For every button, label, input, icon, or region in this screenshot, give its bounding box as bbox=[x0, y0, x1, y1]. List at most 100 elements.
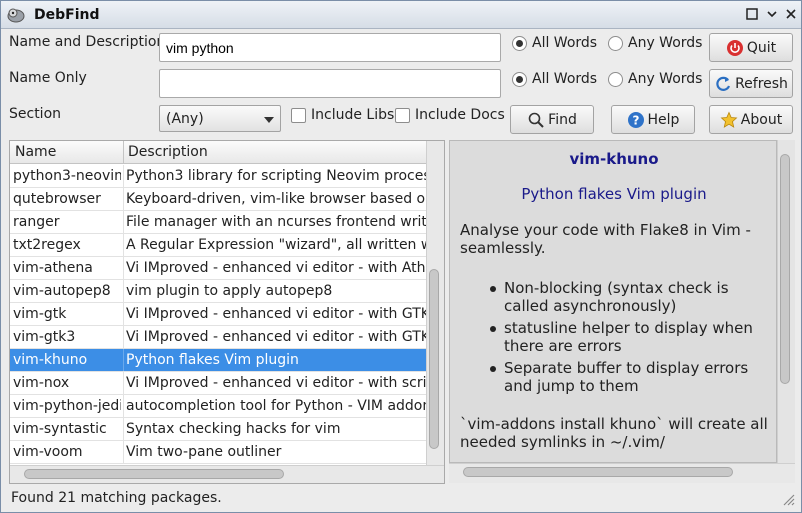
maximize-button[interactable] bbox=[745, 7, 759, 21]
table-vertical-scrollbar[interactable] bbox=[426, 141, 444, 465]
table-row[interactable]: vim-nox Vi IMproved - enhanced vi editor … bbox=[10, 372, 426, 395]
package-table: Name Description python3-neovim Python3 l… bbox=[9, 140, 445, 484]
column-divider bbox=[123, 441, 124, 463]
help-button[interactable]: ? Help bbox=[611, 105, 695, 134]
package-name-cell: qutebrowser bbox=[13, 191, 101, 207]
column-divider bbox=[123, 234, 124, 256]
column-divider bbox=[123, 349, 124, 371]
column-divider bbox=[123, 418, 124, 440]
package-description-cell: Vim two-pane outliner bbox=[126, 444, 282, 460]
package-name-cell: vim-khuno bbox=[13, 352, 88, 368]
table-row[interactable]: ranger File manager with an ncurses front… bbox=[10, 211, 426, 234]
column-divider bbox=[123, 372, 124, 394]
table-row[interactable]: vim-gtk Vi IMproved - enhanced vi editor … bbox=[10, 303, 426, 326]
package-name-cell: vim-athena bbox=[13, 260, 93, 276]
star-icon bbox=[720, 111, 738, 128]
table-row[interactable]: vim-autopep8 vim plugin to apply autopep8 bbox=[10, 280, 426, 303]
column-divider bbox=[123, 280, 124, 302]
find-button[interactable]: Find bbox=[510, 105, 594, 134]
about-button[interactable]: About bbox=[709, 105, 793, 134]
table-row[interactable]: txt2regex A Regular Expression "wizard", … bbox=[10, 234, 426, 257]
list-item: Separate buffer to display errors and ju… bbox=[486, 359, 772, 395]
name-desc-label: Name and Description bbox=[9, 34, 166, 50]
radio-selected-icon bbox=[512, 71, 527, 87]
column-divider bbox=[123, 303, 124, 325]
name-desc-all-words-radio[interactable]: All Words bbox=[512, 35, 597, 51]
scroll-thumb[interactable] bbox=[429, 269, 439, 449]
column-header-description[interactable]: Description bbox=[128, 144, 208, 160]
table-row[interactable]: python3-neovim Python3 library for script… bbox=[10, 165, 426, 188]
package-description-cell: Python3 library for scripting Neovim pro… bbox=[126, 168, 426, 184]
chevron-down-icon bbox=[264, 117, 274, 123]
package-name-cell: vim-gtk3 bbox=[13, 329, 76, 345]
package-name-cell: vim-nox bbox=[13, 375, 70, 391]
find-label: Find bbox=[548, 111, 577, 128]
name-only-any-words-radio[interactable]: Any Words bbox=[608, 71, 702, 87]
status-text: Found 21 matching packages. bbox=[11, 490, 222, 506]
table-row[interactable]: vim-athena Vi IMproved - enhanced vi edit… bbox=[10, 257, 426, 280]
scroll-thumb[interactable] bbox=[780, 154, 790, 384]
resize-grip-icon[interactable] bbox=[781, 492, 795, 506]
close-button[interactable] bbox=[784, 7, 798, 21]
list-item: Non-blocking (syntax check is called asy… bbox=[486, 279, 772, 315]
checkbox-unchecked-icon bbox=[395, 107, 410, 123]
package-name-cell: vim-gtk bbox=[13, 306, 67, 322]
package-description-cell: vim plugin to apply autopep8 bbox=[126, 283, 333, 299]
quit-label: Quit bbox=[746, 39, 777, 56]
name-desc-input[interactable] bbox=[159, 33, 501, 62]
minimize-button[interactable] bbox=[765, 7, 779, 21]
help-icon: ? bbox=[627, 111, 644, 128]
include-docs-checkbox[interactable]: Include Docs bbox=[395, 107, 505, 123]
package-name-cell: ranger bbox=[13, 214, 60, 230]
package-description-cell: autocompletion tool for Python - VIM add… bbox=[126, 398, 426, 414]
power-icon bbox=[726, 39, 743, 56]
name-only-all-words-radio[interactable]: All Words bbox=[512, 71, 597, 87]
window-title: DebFind bbox=[34, 7, 100, 23]
refresh-button[interactable]: Refresh bbox=[709, 69, 793, 98]
section-value: (Any) bbox=[166, 111, 204, 127]
package-name-cell: python3-neovim bbox=[13, 168, 121, 184]
detail-vertical-scrollbar[interactable] bbox=[777, 140, 795, 463]
table-row[interactable]: vim-python-jedi autocompletion tool for P… bbox=[10, 395, 426, 418]
section-combo[interactable]: (Any) bbox=[159, 105, 281, 132]
package-description-cell: Vi IMproved - enhanced vi editor - with … bbox=[126, 329, 426, 345]
column-divider bbox=[123, 165, 124, 187]
include-libs-checkbox[interactable]: Include Libs bbox=[291, 107, 394, 123]
app-logo-icon bbox=[6, 5, 26, 25]
column-divider bbox=[123, 326, 124, 348]
table-row[interactable]: vim-gtk3 Vi IMproved - enhanced vi editor… bbox=[10, 326, 426, 349]
table-row[interactable]: vim-voom Vim two-pane outliner bbox=[10, 441, 426, 464]
column-divider bbox=[123, 257, 124, 279]
search-icon bbox=[528, 112, 544, 128]
table-horizontal-scrollbar[interactable] bbox=[10, 465, 444, 483]
package-description-cell: Vi IMproved - enhanced vi editor - with … bbox=[126, 306, 426, 322]
package-name-cell: vim-syntastic bbox=[13, 421, 107, 437]
table-row[interactable]: vim-syntastic Syntax checking hacks for v… bbox=[10, 418, 426, 441]
package-description-cell: Vi IMproved - enhanced vi editor - with … bbox=[126, 260, 426, 276]
svg-text:?: ? bbox=[632, 113, 639, 127]
table-row[interactable]: qutebrowser Keyboard-driven, vim-like bro… bbox=[10, 188, 426, 211]
package-description-cell: Syntax checking hacks for vim bbox=[126, 421, 341, 437]
all-words-label: All Words bbox=[532, 35, 598, 51]
scroll-thumb[interactable] bbox=[24, 469, 284, 479]
package-description-cell: File manager with an ncurses frontend wr… bbox=[126, 214, 426, 230]
any-words-label: Any Words bbox=[628, 35, 703, 51]
table-row[interactable]: vim-khuno Python flakes Vim plugin bbox=[10, 349, 426, 372]
checkbox-unchecked-icon bbox=[291, 107, 306, 123]
name-desc-any-words-radio[interactable]: Any Words bbox=[608, 35, 702, 51]
quit-button[interactable]: Quit bbox=[709, 33, 793, 62]
column-divider bbox=[123, 188, 124, 210]
detail-intro: Analyse your code with Flake8 in Vim - s… bbox=[460, 221, 751, 257]
column-divider bbox=[123, 395, 124, 417]
name-only-label: Name Only bbox=[9, 70, 87, 86]
scroll-thumb[interactable] bbox=[463, 467, 733, 477]
detail-horizontal-scrollbar[interactable] bbox=[449, 463, 795, 483]
column-header-name[interactable]: Name bbox=[15, 144, 56, 160]
detail-title: vim-khuno bbox=[569, 150, 659, 168]
debfind-window: DebFind Name and Description All Words A… bbox=[0, 0, 802, 513]
package-name-cell: txt2regex bbox=[13, 237, 81, 253]
name-only-input[interactable] bbox=[159, 69, 501, 98]
package-detail-pane: vim-khuno Python flakes Vim plugin Analy… bbox=[449, 140, 777, 463]
package-description-cell: Keyboard-driven, vim-like browser based … bbox=[126, 191, 426, 207]
radio-unselected-icon bbox=[608, 71, 623, 87]
